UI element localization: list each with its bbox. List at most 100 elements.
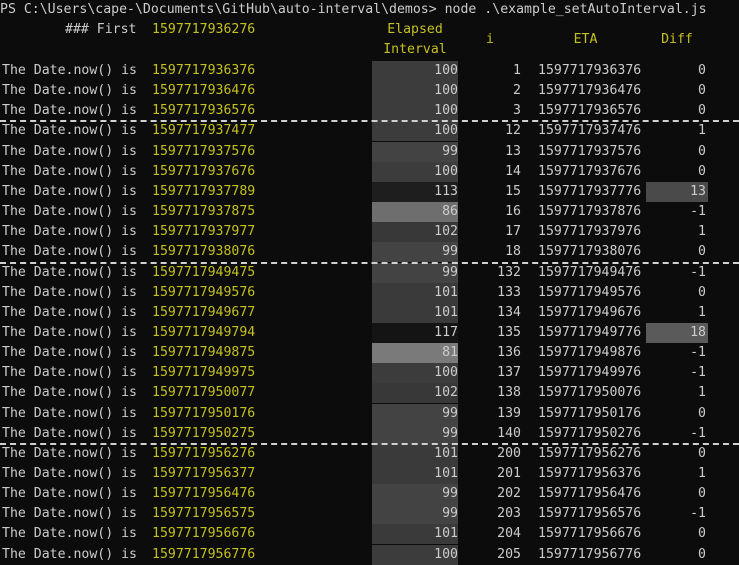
row-index: 205: [497, 546, 521, 562]
row-eta: 1597717937776: [538, 183, 642, 199]
row-diff: 13: [646, 181, 708, 202]
table-row: The Date.now() is 1597717950176 99 139 15977…: [0, 403, 739, 424]
row-label: The Date.now() is: [2, 63, 137, 78]
row-label: The Date.now() is: [2, 405, 137, 421]
row-label: The Date.now() is: [2, 445, 137, 461]
row-elapsed-interval: 100: [372, 101, 458, 122]
table-row: The Date.now() is 1597717937676 100 14 15977…: [0, 161, 739, 182]
row-elapsed-interval: 102: [372, 383, 458, 404]
row-diff: 18: [646, 322, 708, 343]
row-date-value: 1597717950176: [152, 405, 256, 421]
row-eta: 1597717949976: [538, 365, 642, 381]
row-eta: 1597717937476: [538, 123, 642, 139]
row-date-value: 1597717936576: [152, 103, 256, 119]
row-diff: 1: [698, 304, 706, 320]
row-elapsed-interval: 86: [372, 202, 458, 223]
row-eta: 1597717936376: [538, 63, 642, 78]
row-date-value: 1597717937875: [152, 204, 256, 220]
row-diff: 0: [698, 83, 706, 99]
table-row: The Date.now() is 1597717936476 100 2 159771…: [0, 81, 739, 102]
row-index: 13: [505, 143, 521, 159]
row-diff: 0: [698, 63, 706, 78]
row-eta: 1597717949876: [538, 345, 642, 361]
row-elapsed-interval: 100: [372, 61, 458, 81]
row-index: 1: [513, 63, 521, 78]
table-row: The Date.now() is 1597717950275 99 140 15977…: [0, 423, 739, 444]
row-elapsed-interval: 99: [372, 242, 458, 263]
row-eta: 1597717949776: [538, 324, 642, 340]
row-diff: -1: [690, 365, 706, 381]
row-elapsed-interval: 100: [372, 121, 458, 142]
row-date-value: 1597717956476: [152, 486, 256, 502]
row-index: 18: [505, 244, 521, 260]
row-date-value: 1597717949794: [152, 324, 256, 340]
row-label: The Date.now() is: [2, 365, 137, 381]
table-row: The Date.now() is 1597717950077 102 138 1597…: [0, 383, 739, 404]
row-date-value: 1597717949677: [152, 304, 256, 320]
row-index: 133: [497, 284, 521, 300]
row-label: The Date.now() is: [2, 224, 137, 240]
table-row: The Date.now() is 1597717949875 81 136 15977…: [0, 343, 739, 364]
row-eta: 1597717936476: [538, 83, 642, 99]
row-elapsed-interval: 100: [372, 161, 458, 182]
table-header: ### First 1597717936276 Elapsed Interval…: [0, 20, 739, 60]
row-eta: 1597717956676: [538, 526, 642, 542]
table-row: The Date.now() is 1597717949576 101 133 1597…: [0, 282, 739, 303]
row-elapsed-interval: 99: [372, 403, 458, 424]
row-eta: 1597717938076: [538, 244, 642, 260]
row-label: The Date.now() is: [2, 183, 137, 199]
row-diff: 0: [698, 526, 706, 542]
row-index: 204: [497, 526, 521, 542]
row-index: 201: [497, 466, 521, 481]
table-row: The Date.now() is 1597717956377 101 201 1597…: [0, 464, 739, 484]
row-label: The Date.now() is: [2, 83, 137, 99]
table-row: The Date.now() is 1597717956476 99 202 15977…: [0, 484, 739, 505]
row-label: The Date.now() is: [2, 123, 137, 139]
table-row: The Date.now() is 1597717938076 99 18 159771…: [0, 242, 739, 263]
row-eta: 1597717937976: [538, 224, 642, 240]
row-label: The Date.now() is: [2, 143, 137, 159]
row-date-value: 1597717956377: [152, 466, 256, 481]
row-index: 15: [505, 183, 521, 199]
first-value: 1597717936276: [152, 22, 256, 37]
row-date-value: 1597717937477: [152, 123, 256, 139]
row-date-value: 1597717937576: [152, 143, 256, 159]
row-label: The Date.now() is: [2, 264, 137, 280]
row-diff: 1: [698, 224, 706, 240]
row-eta: 1597717956376: [538, 466, 642, 481]
row-diff: 1: [698, 385, 706, 401]
row-elapsed-interval: 100: [372, 544, 458, 565]
row-elapsed-interval: 100: [372, 81, 458, 102]
row-date-value: 1597717949475: [152, 264, 256, 280]
row-index: 140: [497, 425, 521, 441]
row-elapsed-interval: 101: [372, 464, 458, 484]
row-elapsed-interval: 102: [372, 222, 458, 243]
table-row: The Date.now() is 1597717937576 99 13 159771…: [0, 141, 739, 162]
row-diff: 0: [698, 445, 706, 461]
row-date-value: 1597717936476: [152, 83, 256, 99]
row-label: The Date.now() is: [2, 466, 137, 481]
table-row: The Date.now() is 1597717949475 99 132 15977…: [0, 262, 739, 283]
table-row: The Date.now() is 1597717956776 100 205 1597…: [0, 544, 739, 565]
row-label: The Date.now() is: [2, 103, 137, 119]
row-diff: 0: [698, 486, 706, 502]
row-eta: 1597717937576: [538, 143, 642, 159]
row-eta: 1597717956476: [538, 486, 642, 502]
header-elapsed-line1: Elapsed: [387, 22, 443, 37]
section-separator: [0, 261, 739, 264]
row-eta: 1597717936576: [538, 103, 642, 119]
row-diff: 0: [698, 546, 706, 562]
row-index: 16: [505, 204, 521, 220]
row-label: The Date.now() is: [2, 244, 137, 260]
row-label: The Date.now() is: [2, 204, 137, 220]
row-eta: 1597717949576: [538, 284, 642, 300]
row-index: 134: [497, 304, 521, 320]
row-index: 132: [497, 264, 521, 280]
header-elapsed-line2: Interval: [383, 42, 447, 57]
row-diff: 0: [698, 244, 706, 260]
table-row: The Date.now() is 1597717936576 100 3 159771…: [0, 101, 739, 122]
table-row: The Date.now() is 1597717956276 101 200 1597…: [0, 443, 739, 464]
row-label: The Date.now() is: [2, 304, 137, 320]
terminal-window[interactable]: PS C:\Users\cape-\Documents\GitHub\auto-…: [0, 0, 739, 565]
row-elapsed-interval: 101: [372, 524, 458, 545]
